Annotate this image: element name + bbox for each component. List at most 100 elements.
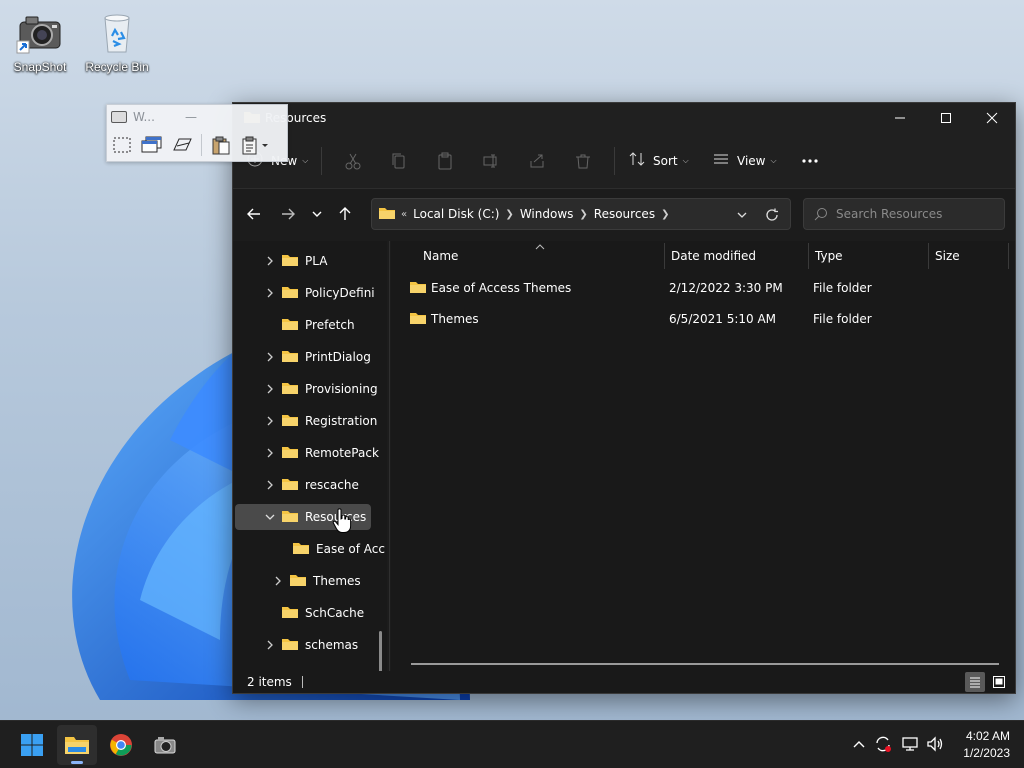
chevron-down-icon: ⌵: [302, 155, 309, 165]
chevron-right-icon[interactable]: [263, 352, 277, 362]
maximize-icon: [941, 113, 951, 123]
taskbar-snapshot[interactable]: [145, 725, 185, 765]
column-divider[interactable]: [664, 243, 665, 269]
show-hidden-icons-button[interactable]: [848, 733, 870, 755]
volume-button[interactable]: [924, 733, 946, 755]
back-button[interactable]: [238, 198, 270, 230]
chevron-right-icon[interactable]: [263, 256, 277, 266]
tree-item-label: SchCache: [305, 606, 365, 620]
recent-locations-button[interactable]: [304, 198, 330, 230]
breadcrumb-resources[interactable]: Resources: [594, 207, 655, 221]
search-input[interactable]: [836, 207, 996, 221]
tree-item-remotepackages[interactable]: RemotePack: [263, 440, 385, 466]
column-divider[interactable]: [1008, 243, 1009, 269]
refresh-button[interactable]: [760, 205, 784, 225]
chevron-right-icon[interactable]: [263, 416, 277, 426]
tree-item-ease-of-access[interactable]: Ease of Acc: [279, 536, 385, 562]
copy-button[interactable]: [376, 144, 422, 178]
tree-item-schcache[interactable]: SchCache: [263, 600, 385, 626]
rectangle-capture-button[interactable]: [111, 134, 133, 156]
details-view-button[interactable]: [965, 672, 985, 692]
paste-button[interactable]: [422, 144, 468, 178]
breadcrumb-windows[interactable]: Windows: [520, 207, 574, 221]
window-capture-button[interactable]: [141, 134, 163, 156]
folder-icon: [281, 605, 299, 622]
minimize-button[interactable]: [877, 103, 923, 133]
chevron-right-icon[interactable]: [263, 480, 277, 490]
horizontal-scrollbar[interactable]: [411, 663, 999, 665]
address-dropdown-button[interactable]: [730, 205, 754, 225]
chevron-right-icon[interactable]: ❯: [579, 209, 587, 220]
chevron-down-icon: [737, 212, 747, 218]
view-button[interactable]: View ⌵: [703, 144, 787, 178]
search-box[interactable]: [803, 198, 1005, 230]
start-button[interactable]: [12, 725, 52, 765]
navigation-scrollbar[interactable]: [379, 631, 382, 671]
close-button[interactable]: [969, 103, 1015, 133]
tree-item-schemas[interactable]: schemas: [263, 632, 385, 658]
rename-button[interactable]: [468, 144, 514, 178]
large-icons-view-button[interactable]: [989, 672, 1009, 692]
tree-item-label: Registration: [305, 414, 378, 428]
tree-item-label: rescache: [305, 478, 359, 492]
chevron-down-icon: ⌵: [770, 155, 777, 165]
chevron-right-icon[interactable]: [263, 384, 277, 394]
chevron-down-icon[interactable]: [263, 513, 277, 521]
address-bar[interactable]: « Local Disk (C:) ❯ Windows ❯ Resources …: [371, 198, 791, 230]
desktop-icon-snapshot[interactable]: SnapShot: [2, 8, 78, 74]
breadcrumb-local-disk[interactable]: Local Disk (C:): [413, 207, 499, 221]
tree-item-registration[interactable]: Registration: [263, 408, 385, 434]
system-clock[interactable]: 4:02 AM 1/2/2023: [963, 728, 1010, 762]
column-divider[interactable]: [808, 243, 809, 269]
taskbar-chrome[interactable]: [101, 725, 141, 765]
file-row[interactable]: Themes 6/5/2021 5:10 AM File folder: [405, 305, 1001, 333]
tree-item-policydefinitions[interactable]: PolicyDefini: [263, 280, 385, 306]
tree-item-label: PLA: [305, 254, 328, 268]
chevron-right-icon[interactable]: [263, 640, 277, 650]
up-button[interactable]: [330, 198, 360, 230]
delete-button[interactable]: [560, 144, 606, 178]
chevron-right-icon[interactable]: [271, 576, 285, 586]
tree-item-prefetch[interactable]: Prefetch: [263, 312, 385, 338]
tree-item-themes[interactable]: Themes: [271, 568, 385, 594]
sort-icon: [629, 151, 645, 170]
address-row: « Local Disk (C:) ❯ Windows ❯ Resources …: [233, 189, 1015, 239]
camera-icon: [16, 8, 64, 56]
chevron-right-icon[interactable]: [263, 448, 277, 458]
tree-item-printdialog[interactable]: PrintDialog: [263, 344, 385, 370]
paste-icon: [438, 152, 452, 169]
cut-button[interactable]: [330, 144, 376, 178]
taskbar-file-explorer[interactable]: [57, 725, 97, 765]
snapshot-toolbar-window[interactable]: W... —: [106, 104, 288, 162]
desktop-icon-recycle-bin[interactable]: Recycle Bin: [79, 8, 155, 74]
column-header-type[interactable]: Type: [815, 241, 927, 271]
column-header-name[interactable]: Name: [423, 241, 663, 271]
snapshot-toolbar-titlebar[interactable]: W... —: [107, 105, 287, 129]
more-options-button[interactable]: [787, 144, 833, 178]
paste-options-button[interactable]: [240, 134, 270, 156]
sort-button[interactable]: Sort ⌵: [623, 144, 703, 178]
tree-item-provisioning[interactable]: Provisioning: [263, 376, 385, 402]
maximize-button[interactable]: [923, 103, 969, 133]
file-name: Themes: [431, 312, 479, 326]
forward-button[interactable]: [272, 198, 304, 230]
column-header-date-modified[interactable]: Date modified: [671, 241, 807, 271]
sync-status-button[interactable]: [872, 733, 894, 755]
tree-item-pla[interactable]: PLA: [263, 248, 385, 274]
overflow-icon[interactable]: «: [401, 209, 407, 220]
tree-item-rescache[interactable]: rescache: [263, 472, 385, 498]
title-bar[interactable]: Resources: [233, 103, 1015, 133]
paste-capture-button[interactable]: [210, 134, 232, 156]
column-divider[interactable]: [928, 243, 929, 269]
chevron-up-icon: [853, 741, 865, 748]
chevron-right-icon[interactable]: [263, 288, 277, 298]
chevron-right-icon[interactable]: ❯: [661, 209, 669, 220]
minimize-icon[interactable]: —: [185, 110, 197, 124]
file-row[interactable]: Ease of Access Themes 2/12/2022 3:30 PM …: [405, 274, 1001, 302]
freeform-capture-button[interactable]: [171, 134, 193, 156]
network-button[interactable]: [899, 733, 921, 755]
chevron-right-icon[interactable]: ❯: [505, 209, 513, 220]
share-button[interactable]: [514, 144, 560, 178]
pane-divider[interactable]: [389, 241, 390, 671]
column-header-size[interactable]: Size: [935, 241, 1005, 271]
